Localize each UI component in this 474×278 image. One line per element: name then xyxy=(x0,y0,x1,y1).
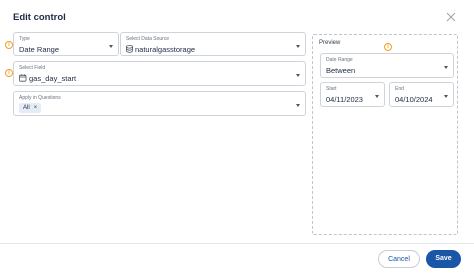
type-label: Type xyxy=(19,36,30,42)
chevron-down-icon xyxy=(296,104,300,107)
chevron-down-icon xyxy=(444,66,448,69)
cancel-button[interactable]: Cancel xyxy=(378,250,420,268)
preview-end-select[interactable]: End 04/10/2024 xyxy=(389,82,454,107)
close-icon[interactable] xyxy=(446,12,456,22)
chevron-down-icon xyxy=(296,74,300,77)
data-source-value: naturalgasstorage xyxy=(135,45,196,54)
chip-label: All xyxy=(23,105,30,111)
field-value: gas_day_start xyxy=(29,74,77,83)
edit-control-dialog: Edit control i i Type Date Range Select … xyxy=(0,0,474,278)
preview-date-range-select[interactable]: Date Range Between xyxy=(320,53,454,78)
info-icon[interactable]: i xyxy=(5,69,13,77)
save-button[interactable]: Save xyxy=(426,250,461,268)
type-value: Date Range xyxy=(19,45,60,54)
field-label: Select Field xyxy=(19,65,46,71)
type-select[interactable]: Type Date Range xyxy=(13,32,119,56)
data-source-value-wrap: naturalgasstorage xyxy=(126,45,195,54)
chevron-down-icon xyxy=(109,45,113,48)
preview-end-label: End xyxy=(395,86,404,92)
apply-in-questions-select[interactable]: Apply in Questions All × xyxy=(13,91,306,116)
preview-date-range-label: Date Range xyxy=(326,57,353,63)
preview-start-select[interactable]: Start 04/11/2023 xyxy=(320,82,385,107)
chevron-down-icon xyxy=(444,95,448,98)
chevron-down-icon xyxy=(296,45,300,48)
database-icon xyxy=(126,45,133,53)
chip-remove-icon[interactable]: × xyxy=(34,105,38,111)
field-value-wrap: gas_day_start xyxy=(19,74,76,83)
preview-end-value: 04/10/2024 xyxy=(395,95,433,104)
question-chip: All × xyxy=(19,103,42,113)
footer-divider xyxy=(0,243,474,244)
apply-in-questions-label: Apply in Questions xyxy=(19,95,61,101)
preview-title: Preview xyxy=(319,40,341,46)
info-icon[interactable]: i xyxy=(5,41,13,49)
data-source-select[interactable]: Select Data Source naturalgasstorage xyxy=(120,32,306,56)
data-source-label: Select Data Source xyxy=(126,36,170,42)
field-select[interactable]: Select Field gas_day_start xyxy=(13,61,306,86)
info-icon[interactable]: i xyxy=(384,43,392,51)
dialog-title: Edit control xyxy=(13,12,66,23)
preview-date-range-value: Between xyxy=(326,66,356,75)
calendar-field-icon xyxy=(19,74,27,82)
preview-start-label: Start xyxy=(326,86,337,92)
preview-start-value: 04/11/2023 xyxy=(326,95,363,104)
chevron-down-icon xyxy=(375,95,379,98)
